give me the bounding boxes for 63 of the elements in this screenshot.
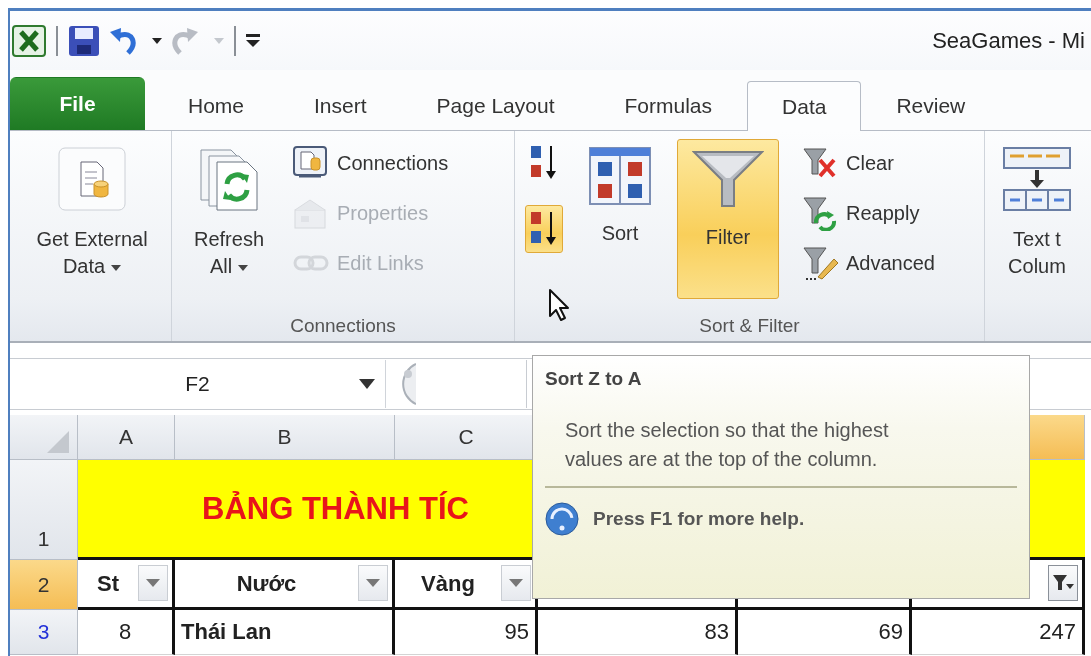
table-cell: 247 bbox=[912, 610, 1085, 655]
column-heading: Vàng bbox=[421, 570, 475, 597]
ribbon-button[interactable]: Get External Data bbox=[20, 139, 164, 289]
ribbon-tab[interactable]: File bbox=[10, 77, 145, 130]
ribbon-button[interactable]: Refresh All bbox=[182, 139, 276, 289]
mouse-pointer-icon bbox=[548, 288, 570, 322]
caret-icon bbox=[359, 379, 375, 389]
caret-icon bbox=[238, 264, 249, 271]
ribbon-tab[interactable]: Page Layout bbox=[401, 80, 590, 130]
window-title: SeaGames - Mi bbox=[932, 27, 1085, 54]
table-cell: 95 bbox=[395, 610, 538, 655]
ribbon-tab[interactable]: Formulas bbox=[589, 80, 748, 130]
help-icon bbox=[545, 502, 579, 536]
funnel-icon bbox=[692, 148, 764, 210]
clear-filter-icon bbox=[802, 146, 838, 180]
ribbon-button[interactable]: Advanced bbox=[797, 239, 940, 287]
ribbon-button[interactable]: Clear bbox=[797, 139, 940, 187]
caret-icon bbox=[152, 37, 162, 44]
caret-icon bbox=[214, 37, 224, 44]
reapply-filter-icon bbox=[802, 195, 838, 231]
group-label: Sort & Filter bbox=[699, 315, 800, 337]
name-box[interactable]: F2 bbox=[10, 360, 386, 408]
filter-icon bbox=[1052, 574, 1074, 592]
database-document-icon bbox=[57, 146, 127, 212]
group-label: Connections bbox=[290, 315, 396, 337]
column-heading: Nước bbox=[236, 570, 297, 597]
excel-icon[interactable] bbox=[12, 24, 46, 57]
ribbon-button[interactable]: Text t Colum bbox=[995, 139, 1079, 289]
column-header[interactable]: B bbox=[175, 415, 395, 460]
refresh-documents-icon bbox=[197, 146, 261, 212]
toolbar-menu-icon[interactable] bbox=[246, 33, 260, 48]
table-cell: 83 bbox=[538, 610, 738, 655]
triangle-icon bbox=[47, 431, 69, 453]
sort-dialog-icon bbox=[588, 146, 652, 206]
ribbon-tab[interactable]: Data bbox=[747, 81, 862, 131]
dropdown-arrow-icon bbox=[366, 579, 380, 587]
tooltip-help-text: Press F1 for more help. bbox=[593, 508, 805, 530]
ribbon-button[interactable] bbox=[525, 205, 563, 253]
row-header[interactable]: 3 bbox=[10, 610, 78, 655]
text-to-columns-icon bbox=[1002, 146, 1072, 212]
ribbon-button[interactable]: Connections bbox=[288, 139, 454, 187]
undo-icon[interactable] bbox=[108, 25, 138, 56]
connections-icon bbox=[293, 146, 329, 180]
ribbon-tab[interactable]: Review bbox=[861, 80, 1001, 130]
row-header[interactable]: 1 bbox=[10, 460, 78, 560]
tooltip-title: Sort Z to A bbox=[545, 368, 642, 390]
table-cell: 8 bbox=[78, 610, 175, 655]
ribbon-button[interactable]: Reapply bbox=[797, 189, 940, 237]
column-header[interactable]: A bbox=[78, 415, 175, 460]
save-icon[interactable] bbox=[68, 24, 100, 57]
advanced-filter-icon bbox=[802, 245, 838, 281]
ribbon-button[interactable]: Filter bbox=[677, 139, 779, 299]
table-cell: 69 bbox=[738, 610, 912, 655]
ribbon-tab[interactable]: Insert bbox=[279, 80, 402, 130]
caret-icon bbox=[111, 264, 122, 271]
table-cell: Thái Lan bbox=[175, 610, 395, 655]
row-header[interactable]: 2 bbox=[10, 560, 78, 610]
column-heading: St bbox=[97, 570, 119, 597]
ribbon-tab[interactable]: Home bbox=[153, 80, 280, 130]
filter-dropdown-button[interactable] bbox=[1048, 565, 1078, 601]
dropdown-arrow-icon bbox=[146, 579, 160, 587]
dropdown-arrow-icon bbox=[509, 579, 523, 587]
ribbon-button[interactable]: Sort bbox=[581, 139, 659, 256]
